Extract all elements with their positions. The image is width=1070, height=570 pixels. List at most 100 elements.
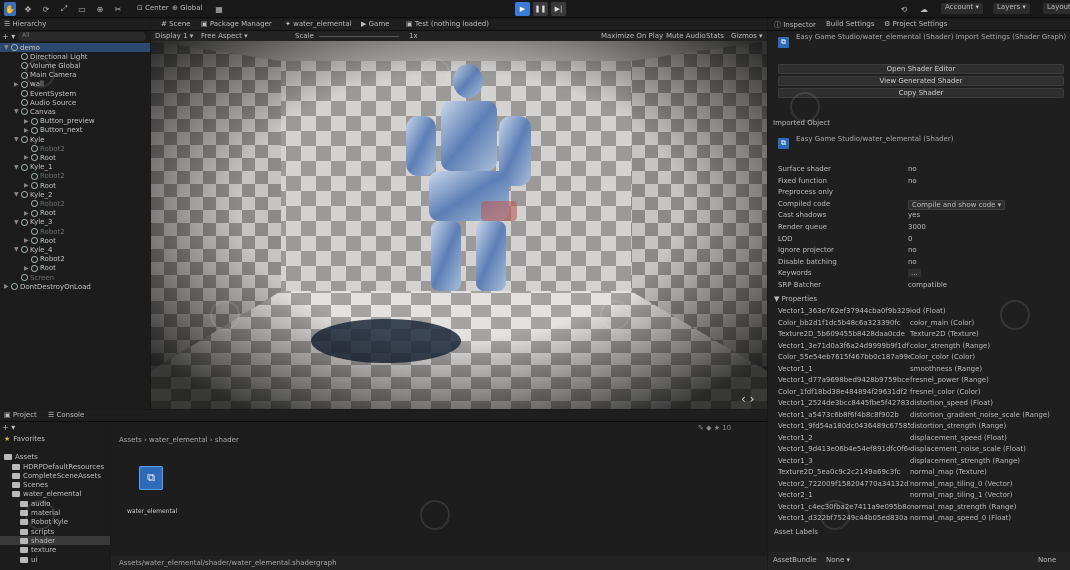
hierarchy-item[interactable]: ▶ Root xyxy=(0,153,150,162)
display-dropdown[interactable]: Display 1 ▾ xyxy=(155,32,193,40)
hierarchy-item[interactable]: ▶ Button_next xyxy=(0,126,150,135)
tab-project[interactable]: ▣ Project xyxy=(4,411,37,419)
assetbundle-dropdown[interactable]: None ▾ xyxy=(826,556,850,564)
aspect-dropdown[interactable]: Free Aspect ▾ xyxy=(201,32,248,40)
collapse-arrow-icon[interactable]: ▶ xyxy=(24,265,31,272)
asset-name-label[interactable]: water_elemental xyxy=(127,508,177,515)
collapse-arrow-icon[interactable]: ▶ xyxy=(24,182,31,189)
tab-build-settings[interactable]: Build Settings xyxy=(826,20,875,28)
hierarchy-item[interactable]: ▼ Kyle_3 xyxy=(0,218,150,227)
hierarchy-item[interactable]: Robot2 xyxy=(0,172,150,181)
hierarchy-item[interactable]: Volume Global xyxy=(0,61,150,70)
expand-arrow-icon[interactable]: ▼ xyxy=(14,191,21,198)
open-shader-editor-button[interactable]: Open Shader Editor xyxy=(778,64,1064,74)
collapse-arrow-icon[interactable]: ▶ xyxy=(24,118,31,125)
project-folder-row[interactable]: Scenes xyxy=(0,481,110,490)
custom-tool-icon[interactable]: ✂ xyxy=(112,2,124,16)
hierarchy-item[interactable]: ▶ Root xyxy=(0,181,150,190)
hierarchy-item[interactable]: ▼ Kyle_2 xyxy=(0,190,150,199)
hierarchy-item[interactable]: ▼ Kyle_1 xyxy=(0,163,150,172)
cloud-icon[interactable]: ☁ xyxy=(918,2,930,16)
hierarchy-item[interactable]: ▼ Kyle xyxy=(0,135,150,144)
scale-tool-icon[interactable]: ⤢ xyxy=(58,2,70,16)
hierarchy-item[interactable]: Robot2 xyxy=(0,144,150,153)
hierarchy-item[interactable]: ▼ Kyle_4 xyxy=(0,245,150,254)
hierarchy-item[interactable]: ▶ DontDestroyOnLoad xyxy=(0,282,150,291)
hierarchy-item[interactable]: ▶ Root xyxy=(0,236,150,245)
transform-tool-icon[interactable]: ⊕ xyxy=(94,2,106,16)
gizmos-dropdown[interactable]: Gizmos ▾ xyxy=(731,32,763,40)
project-folder-row[interactable]: Robot Kyle xyxy=(0,518,110,527)
stats-toggle[interactable]: Stats xyxy=(706,32,724,40)
project-folder-row[interactable]: water_elemental xyxy=(0,490,110,499)
expand-arrow-icon[interactable]: ▼ xyxy=(14,164,21,171)
maximize-toggle[interactable]: Maximize On Play xyxy=(601,32,663,40)
pause-button[interactable]: ❚❚ xyxy=(533,2,548,16)
expand-arrow-icon[interactable]: ▼ xyxy=(14,136,21,143)
move-tool-icon[interactable]: ✥ xyxy=(22,2,34,16)
tab-scene-2[interactable]: ✦ water_elemental xyxy=(285,20,352,28)
tab-scene-4[interactable]: ▣ Test (nothing loaded) xyxy=(406,20,489,28)
pivot-center-toggle[interactable]: ⊡ Center xyxy=(137,4,169,12)
collapse-arrow-icon[interactable]: ▶ xyxy=(4,283,11,290)
breadcrumb-shader[interactable]: shader xyxy=(215,436,239,444)
step-button[interactable]: ▶| xyxy=(551,2,566,16)
account-dropdown[interactable]: Account ▾ xyxy=(941,3,984,14)
project-folder-row[interactable]: scripts xyxy=(0,527,110,536)
tab-console[interactable]: ☰ Console xyxy=(48,411,84,419)
breadcrumb-water-elemental[interactable]: water_elemental xyxy=(149,436,208,444)
create-asset-button[interactable]: + ▾ xyxy=(2,423,15,432)
play-button[interactable]: ▶ xyxy=(515,2,530,16)
scale-slider[interactable] xyxy=(319,36,399,37)
hierarchy-item[interactable]: ▼ demo xyxy=(0,43,150,52)
shadergraph-asset-icon[interactable]: ⧉ xyxy=(139,466,163,490)
add-object-button[interactable]: + ▾ xyxy=(2,32,15,41)
hierarchy-item[interactable]: Robot2 xyxy=(0,255,150,264)
tab-inspector[interactable]: ⓘ Inspector xyxy=(774,20,816,30)
rect-tool-icon[interactable]: ▭ xyxy=(76,2,88,16)
hierarchy-item[interactable]: ▼ Canvas xyxy=(0,107,150,116)
layers-dropdown[interactable]: Layers ▾ xyxy=(993,3,1030,14)
project-folder-row[interactable]: audio xyxy=(0,499,110,508)
hand-tool-icon[interactable]: ✋ xyxy=(4,2,16,16)
tab-scene-0[interactable]: # Scene xyxy=(161,20,190,28)
view-generated-shader-button[interactable]: View Generated Shader xyxy=(778,76,1064,86)
hierarchy-item[interactable]: EventSystem xyxy=(0,89,150,98)
hierarchy-item[interactable]: Robot2 xyxy=(0,227,150,236)
hierarchy-item[interactable]: Directional Light xyxy=(0,52,150,61)
tab-scene-3[interactable]: ▶ Game xyxy=(361,20,389,28)
tab-scene-1[interactable]: ▣ Package Manager xyxy=(201,20,272,28)
collapse-arrow-icon[interactable]: ▶ xyxy=(14,81,21,88)
breadcrumb-assets[interactable]: Assets xyxy=(119,436,142,444)
favorites-row[interactable]: ★ Favorites xyxy=(4,434,45,443)
expand-arrow-icon[interactable]: ▼ xyxy=(14,108,21,115)
collapse-arrow-icon[interactable]: ▶ xyxy=(24,210,31,217)
project-folder-row[interactable]: texture xyxy=(0,546,110,555)
hierarchy-item[interactable]: ▶ Root xyxy=(0,209,150,218)
hierarchy-search-input[interactable]: All xyxy=(18,32,146,41)
hierarchy-item[interactable]: Screen xyxy=(0,273,150,282)
game-viewport[interactable]: ‹ › xyxy=(151,41,767,409)
project-folder-row[interactable]: HDRPDefaultResources xyxy=(0,462,110,471)
expand-arrow-icon[interactable]: ▼ xyxy=(14,219,21,226)
properties-heading[interactable]: ▼ Properties xyxy=(774,295,817,303)
mute-toggle[interactable]: Mute Audio xyxy=(666,32,706,40)
hierarchy-item[interactable]: ▶ Button_preview xyxy=(0,117,150,126)
assets-root-row[interactable]: Assets xyxy=(4,452,38,461)
collapse-arrow-icon[interactable]: ▶ xyxy=(24,154,31,161)
hierarchy-item[interactable]: Robot2 xyxy=(0,199,150,208)
project-folder-row[interactable]: shader xyxy=(0,536,110,546)
project-folder-row[interactable]: material xyxy=(0,509,110,518)
grid-icon[interactable]: ▦ xyxy=(213,2,225,16)
hierarchy-item[interactable]: Audio Source xyxy=(0,98,150,107)
copy-shader-button[interactable]: Copy Shader xyxy=(778,88,1064,98)
hierarchy-item[interactable]: Main Camera xyxy=(0,71,150,80)
project-folder-row[interactable]: CompleteSceneAssets xyxy=(0,471,110,480)
pivot-global-toggle[interactable]: ⊕ Global xyxy=(172,4,202,12)
expand-arrow-icon[interactable]: ▼ xyxy=(4,44,11,51)
rotate-tool-icon[interactable]: ⟳ xyxy=(40,2,52,16)
keywords-button[interactable]: ... xyxy=(908,269,921,278)
tab-project-settings[interactable]: ⚙ Project Settings xyxy=(884,20,947,28)
project-folder-row[interactable]: ui xyxy=(0,555,110,564)
layout-dropdown[interactable]: Layout xyxy=(1043,3,1070,14)
